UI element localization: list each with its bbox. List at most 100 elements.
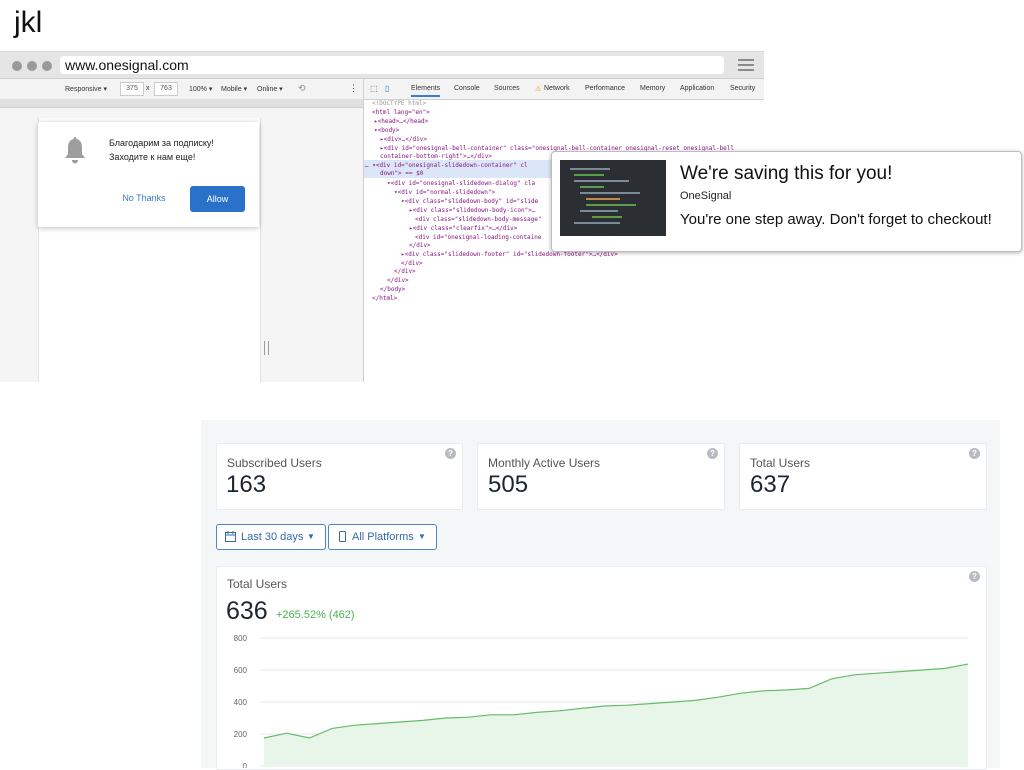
data-point[interactable] (898, 670, 902, 674)
data-point[interactable] (603, 704, 607, 708)
code-line[interactable]: ▾<body> (374, 127, 399, 134)
data-point[interactable] (693, 698, 697, 702)
code-line[interactable]: </html> (372, 295, 397, 302)
tab-security[interactable]: Security (730, 85, 755, 92)
window-zoom-dot[interactable] (42, 61, 52, 71)
data-point[interactable] (671, 700, 675, 704)
code-line[interactable]: ▾<div id="normal-slidedown"> (394, 189, 495, 196)
data-point[interactable] (262, 736, 266, 740)
chevron-down-icon: ▼ (307, 532, 315, 541)
tab-memory[interactable]: Memory (640, 85, 665, 92)
code-line[interactable]: ▸<div class="slidedown-body-icon">… (409, 207, 535, 214)
code-line[interactable]: ▸<div class="slidedown-footer" id="slide… (401, 251, 618, 258)
data-point[interactable] (739, 691, 743, 695)
data-point[interactable] (307, 736, 311, 740)
code-line[interactable]: … ▾<div id="onesignal-slidedown-containe… (365, 162, 528, 169)
platform-filter[interactable]: All Platforms ▼ (328, 524, 437, 550)
data-point[interactable] (762, 689, 766, 693)
code-line[interactable]: container-bottom-right">…</div> (380, 153, 492, 160)
help-icon[interactable]: ? (969, 571, 980, 582)
device-height-input[interactable]: 763 (154, 82, 178, 96)
tab-network[interactable]: Network (544, 85, 570, 92)
y-tick-label: 800 (234, 634, 248, 643)
data-point[interactable] (830, 677, 834, 681)
viewport-resize-handle[interactable] (264, 341, 269, 355)
code-line[interactable]: ▸<div class="clearfix">…</div> (409, 225, 517, 232)
code-line[interactable]: <div class="slidedown-body-message" (415, 216, 541, 223)
mobile-icon (339, 531, 346, 542)
more-options-icon[interactable]: ⋮ (349, 83, 358, 94)
data-point[interactable] (512, 713, 516, 717)
code-line[interactable]: <html lang="en"> (372, 109, 430, 116)
tab-performance[interactable]: Performance (585, 85, 625, 92)
menu-icon[interactable] (738, 59, 754, 72)
window-minimize-dot[interactable] (27, 61, 37, 71)
data-point[interactable] (466, 715, 470, 719)
data-point[interactable] (875, 671, 879, 675)
throttle-select[interactable]: Mobile ▾ (221, 85, 247, 93)
device-mode-icon[interactable]: ▯ (385, 84, 389, 93)
online-select[interactable]: Online ▾ (257, 85, 283, 93)
data-point[interactable] (716, 695, 720, 699)
code-line[interactable]: </div> (409, 242, 431, 249)
code-line[interactable]: <div id="onesignal-loading-containe (415, 234, 541, 241)
data-point[interactable] (398, 720, 402, 724)
stat-label: Subscribed Users (227, 456, 322, 470)
viewport-ruler (0, 99, 363, 108)
responsive-select[interactable]: Responsive ▾ (65, 85, 107, 93)
bell-icon (65, 137, 85, 164)
code-line[interactable]: </body> (380, 286, 405, 293)
data-point[interactable] (535, 710, 539, 714)
allow-button[interactable]: Allow (190, 186, 245, 212)
data-point[interactable] (580, 706, 584, 710)
stat-label: Monthly Active Users (488, 456, 601, 470)
data-point[interactable] (285, 731, 289, 735)
data-point[interactable] (625, 703, 629, 707)
window-close-dot[interactable] (12, 61, 22, 71)
data-point[interactable] (489, 713, 493, 717)
help-icon[interactable]: ? (445, 448, 456, 459)
data-point[interactable] (444, 716, 448, 720)
devtools-tabbar: ⬚ ▯ Elements Console Sources ⚠ Network P… (364, 79, 764, 100)
code-line[interactable]: ▾<div id="onesignal-slidedown-dialog" cl… (387, 180, 535, 187)
platform-label: All Platforms (352, 531, 414, 543)
data-point[interactable] (648, 702, 652, 706)
code-line[interactable]: down"> == $0 (380, 170, 423, 177)
inspect-icon[interactable]: ⬚ (370, 84, 378, 93)
code-line[interactable]: ▸<head>…</head> (374, 118, 428, 125)
help-icon[interactable]: ? (707, 448, 718, 459)
code-line[interactable]: ▾<div class="slidedown-body" id="slide (401, 198, 538, 205)
help-icon[interactable]: ? (969, 448, 980, 459)
no-thanks-button[interactable]: No Thanks (114, 186, 174, 210)
y-tick-label: 200 (234, 730, 248, 739)
code-line[interactable]: ▸<div>…</div> (380, 136, 427, 143)
code-line[interactable]: <!DOCTYPE html> (372, 100, 426, 107)
chevron-down-icon: ▼ (418, 532, 426, 541)
tab-console[interactable]: Console (454, 85, 480, 92)
data-point[interactable] (353, 723, 357, 727)
data-point[interactable] (852, 673, 856, 677)
data-point[interactable] (557, 709, 561, 713)
tab-sources[interactable]: Sources (494, 85, 520, 92)
code-line[interactable]: </div> (401, 260, 423, 267)
zoom-select[interactable]: 100% ▾ (189, 85, 212, 93)
tab-elements[interactable]: Elements (411, 85, 441, 97)
device-toolbar: Responsive ▾ 375 x 763 100% ▾ Mobile ▾ O… (0, 79, 363, 100)
code-line[interactable]: </div> (387, 277, 409, 284)
rotate-icon[interactable]: ⟲ (298, 83, 306, 94)
y-tick-label: 0 (243, 762, 248, 768)
prompt-message-line2: Заходите к нам еще! (109, 152, 196, 162)
tab-application[interactable]: Application (680, 85, 714, 92)
data-point[interactable] (943, 666, 947, 670)
data-point[interactable] (330, 726, 334, 730)
data-point[interactable] (376, 722, 380, 726)
date-range-filter[interactable]: Last 30 days ▼ (216, 524, 326, 550)
warning-icon: ⚠ (535, 86, 542, 93)
data-point[interactable] (807, 686, 811, 690)
data-point[interactable] (966, 662, 970, 666)
device-width-input[interactable]: 375 (120, 82, 144, 96)
code-line[interactable]: </div> (394, 268, 416, 275)
data-point[interactable] (421, 718, 425, 722)
data-point[interactable] (921, 668, 925, 672)
data-point[interactable] (784, 688, 788, 692)
